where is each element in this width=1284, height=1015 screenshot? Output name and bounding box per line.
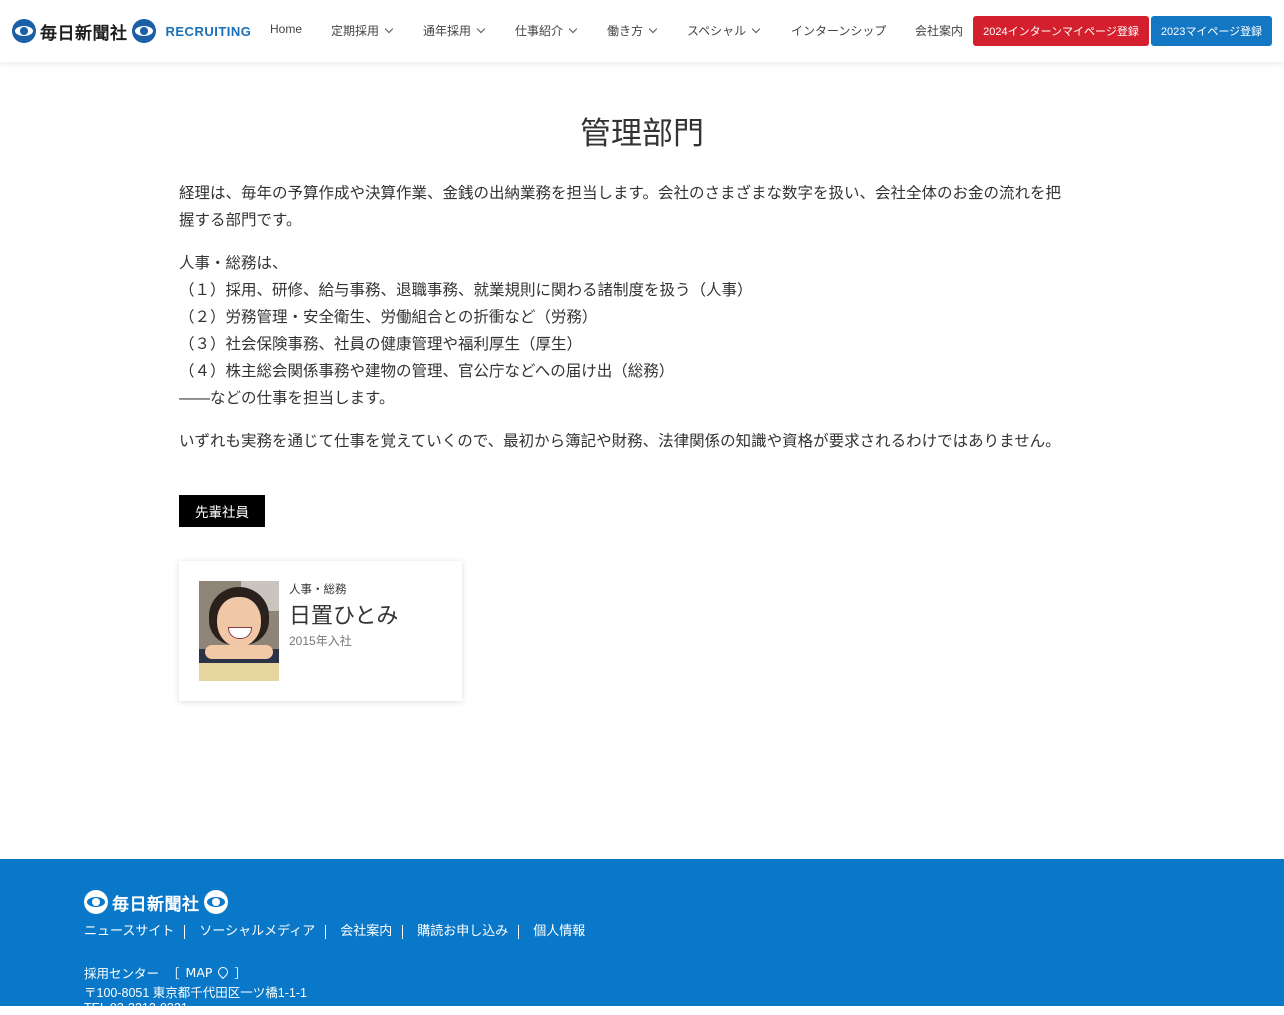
nav-internship[interactable]: インターンシップ — [791, 22, 886, 39]
site-footer: 毎日新聞社 ニュースサイト ソーシャルメディア 会社案内 購読お申し込み 個人情… — [0, 859, 1284, 1015]
footer-link-news-site[interactable]: ニュースサイト — [84, 925, 184, 939]
bracket-close: ］ — [234, 966, 247, 981]
site-header: 毎日新聞社 RECRUITING Home 定期採用 通年採用 仕事紹介 働き方… — [0, 0, 1284, 62]
mainichi-eye-icon — [12, 19, 36, 43]
footer-address: 〒100-8051 東京都千代田区一ツ橋1-1-1 — [84, 986, 307, 1000]
accounting-description: 経理は、毎年の予算作成や決算作業、金銭の出納業務を担当します。会社のさまざまな数… — [179, 180, 1104, 234]
footer-tel: TEL 03-3212-0321 — [84, 1001, 188, 1015]
text-line: （４）株主総会関係事務や建物の管理、官公庁などへの届け出（総務） — [179, 362, 675, 380]
nav-home[interactable]: Home — [270, 22, 302, 36]
mainichi-eye-icon — [84, 890, 108, 914]
nav-label: 会社案内 — [915, 24, 964, 38]
footer-logo-text: 毎日新聞社 — [112, 894, 200, 915]
text-line: ――などの仕事を担当します。 — [179, 389, 395, 407]
mainichi-eye-icon — [203, 890, 228, 914]
text-line: いずれも実務を通じて仕事を覚えていくので、最初から簿記や財務、法律関係の知識や資… — [179, 432, 1061, 450]
footer-links: ニュースサイト ソーシャルメディア 会社案内 購読お申し込み 個人情報 — [84, 925, 595, 939]
nav-label: Home — [270, 22, 303, 36]
requirements-note: いずれも実務を通じて仕事を覚えていくので、最初から簿記や財務、法律関係の知識や資… — [179, 428, 1104, 455]
nav-year-round-hiring[interactable]: 通年採用 — [423, 22, 486, 39]
nav-label: 定期採用 — [331, 24, 380, 38]
mainichi-eye-icon — [131, 19, 156, 43]
footer-link-subscribe[interactable]: 購読お申し込み — [402, 925, 518, 939]
bracket-open: ［ — [167, 966, 180, 981]
page-title: 管理部門 — [580, 116, 704, 152]
chevron-down-icon — [648, 24, 658, 34]
chevron-down-icon — [751, 24, 761, 34]
staff-name: 日置ひとみ — [289, 604, 399, 629]
map-pin-icon — [216, 964, 231, 979]
text-line: 握する部門です。 — [179, 211, 302, 229]
footer-link-social-media[interactable]: ソーシャルメディア — [184, 925, 325, 939]
map-link[interactable]: MAP — [185, 964, 235, 980]
nav-company[interactable]: 会社案内 — [915, 22, 963, 39]
nav-special[interactable]: スペシャル — [687, 22, 761, 39]
footer-link-company[interactable]: 会社案内 — [325, 925, 402, 939]
nav-regular-hiring[interactable]: 定期採用 — [331, 22, 394, 39]
chevron-down-icon — [568, 24, 578, 34]
chevron-down-icon — [476, 24, 486, 34]
mypage-register-button[interactable]: 2023マイページ登録 — [1151, 16, 1272, 46]
recruiting-center: 採用センター ［ MAP ］ — [84, 963, 247, 982]
logo-recruiting: RECRUITING — [165, 23, 252, 39]
hr-description: 人事・総務は、 （１）採用、研修、給与事務、退職事務、就業規則に関わる諸制度を扱… — [179, 250, 1104, 412]
text-line: （１）採用、研修、給与事務、退職事務、就業規則に関わる諸制度を扱う（人事） — [179, 281, 753, 299]
nav-jobs[interactable]: 仕事紹介 — [515, 22, 578, 39]
text-line: 経理は、毎年の予算作成や決算作業、金銭の出納業務を担当します。会社のさまざまな数… — [179, 184, 1061, 202]
nav-label: 仕事紹介 — [515, 24, 564, 38]
staff-department: 人事・総務 — [289, 582, 347, 596]
nav-label: 働き方 — [607, 24, 644, 38]
intern-mypage-register-button[interactable]: 2024インターンマイページ登録 — [973, 16, 1149, 46]
footer-link-privacy[interactable]: 個人情報 — [518, 925, 595, 939]
logo-text: 毎日新聞社 — [40, 23, 128, 44]
site-logo[interactable]: 毎日新聞社 RECRUITING — [12, 17, 251, 45]
section-tag-senior-staff: 先輩社員 — [179, 495, 265, 527]
center-label: 採用センター — [84, 966, 160, 981]
text-line: 人事・総務は、 — [179, 254, 288, 272]
chevron-down-icon — [384, 24, 394, 34]
nav-label: 通年採用 — [423, 24, 472, 38]
staff-join-year: 2015年入社 — [289, 634, 352, 648]
nav-label: インターンシップ — [791, 24, 887, 38]
staff-photo — [199, 581, 279, 681]
nav-label: スペシャル — [687, 24, 747, 38]
text-line: （２）労務管理・安全衛生、労働組合との折衝など（労務） — [179, 308, 598, 326]
map-label: MAP — [185, 965, 213, 980]
footer-logo[interactable]: 毎日新聞社 — [84, 889, 228, 915]
text-line: （３）社会保険事務、社員の健康管理や福利厚生（厚生） — [179, 335, 583, 353]
nav-work-style[interactable]: 働き方 — [607, 22, 658, 39]
staff-card[interactable]: 人事・総務 日置ひとみ 2015年入社 — [179, 561, 462, 701]
